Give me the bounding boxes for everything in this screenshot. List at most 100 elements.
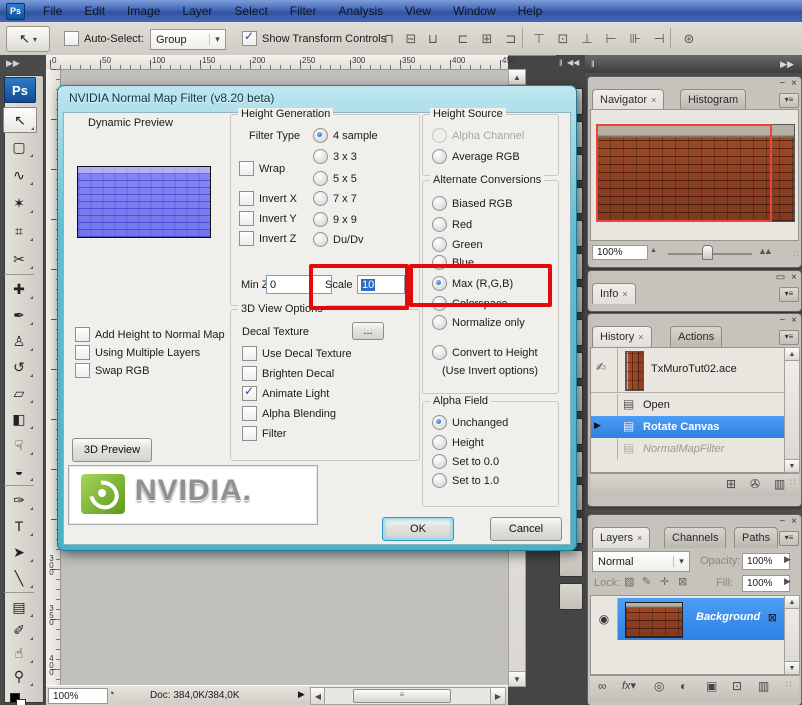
ok-button[interactable]: OK — [382, 517, 454, 541]
tab-actions[interactable]: Actions — [670, 326, 722, 347]
scroll-down-icon[interactable]: ▼ — [784, 459, 800, 473]
radio-red[interactable]: Red — [432, 217, 472, 232]
align-left-edges-icon[interactable]: ⊏ — [452, 29, 474, 49]
lock-all-icon[interactable]: ⊠ — [678, 575, 687, 588]
align-vertical-centers-icon[interactable]: ⊟ — [400, 29, 422, 49]
new-layer-icon[interactable]: ⊡ — [732, 679, 742, 693]
tool-hand[interactable]: ☝ — [3, 641, 35, 665]
fill-field[interactable]: 100% — [742, 575, 790, 592]
radio-filter-dudv[interactable]: Du/Dv — [313, 232, 364, 247]
resize-grip-icon[interactable]: ∷ — [786, 679, 792, 690]
checkbox-alpha-blending[interactable]: Alpha Blending — [242, 406, 336, 421]
auto-select-checkbox[interactable]: Auto-Select: — [64, 31, 144, 46]
radio-set-to-1[interactable]: Set to 1.0 — [432, 473, 499, 488]
tool-move[interactable]: ↖ — [3, 107, 37, 133]
navigator-view-box[interactable] — [596, 124, 772, 222]
distribute-left-edges-icon[interactable]: ⊢ — [600, 29, 622, 49]
dock-panel-button[interactable] — [559, 550, 583, 577]
menu-image[interactable]: Image — [116, 4, 171, 18]
dock-panel-button[interactable] — [559, 583, 583, 610]
new-document-from-state-icon[interactable]: ⊞ — [726, 477, 736, 491]
close-tab-icon[interactable]: × — [637, 533, 642, 543]
panel-menu-icon[interactable]: ▾≡ — [779, 330, 799, 345]
navigator-zoom-field[interactable]: 100% — [592, 245, 648, 260]
radio-filter-3x3[interactable]: 3 x 3 — [313, 149, 357, 164]
close-panel-icon[interactable]: × — [791, 516, 797, 527]
new-snapshot-icon[interactable]: ✇ — [750, 477, 760, 491]
checkbox-filter[interactable]: Filter — [242, 426, 286, 441]
scroll-up-icon[interactable]: ▲ — [784, 347, 800, 361]
tool-eraser[interactable]: ▱ — [3, 381, 35, 405]
minimize-panel-icon[interactable]: − — [779, 516, 785, 527]
tool-gradient[interactable]: ◧ — [3, 407, 35, 431]
radio-biased-rgb[interactable]: Biased RGB — [432, 196, 513, 211]
history-source-icon[interactable]: ✍ — [596, 360, 606, 374]
opacity-spinner-icon[interactable]: ▶ — [784, 554, 791, 565]
radio-filter-4-sample[interactable]: 4 sample — [313, 128, 378, 143]
radio-filter-5x5[interactable]: 5 x 5 — [313, 171, 357, 186]
distribute-top-edges-icon[interactable]: ⊤ — [528, 29, 550, 49]
checkbox-wrap[interactable]: Wrap — [239, 161, 285, 176]
radio-filter-9x9[interactable]: 9 x 9 — [313, 212, 357, 227]
radio-green[interactable]: Green — [432, 237, 483, 252]
checkbox-brighten-decal[interactable]: Brighten Decal — [242, 366, 334, 381]
tool-clone-stamp[interactable]: ♙ — [3, 329, 35, 353]
tab-layers[interactable]: Layers × — [592, 527, 650, 548]
scroll-right-icon[interactable]: ▶ — [490, 687, 506, 705]
panel-menu-icon[interactable]: ▾≡ — [779, 287, 799, 302]
tool-smudge[interactable]: ☟ — [3, 433, 35, 457]
lock-transparency-icon[interactable]: ▨ — [624, 575, 634, 588]
collapse-dock-icon[interactable]: ◀◀ — [567, 58, 579, 67]
layer-style-icon[interactable]: fx▾ — [622, 679, 636, 692]
history-state-rotate-canvas[interactable]: ▶ ▤ Rotate Canvas — [591, 416, 785, 438]
panel-menu-icon[interactable]: ▾≡ — [779, 531, 799, 546]
distribute-bottom-edges-icon[interactable]: ⊥ — [576, 29, 598, 49]
eye-icon[interactable]: ◉ — [599, 612, 609, 626]
menu-help[interactable]: Help — [507, 4, 554, 18]
history-state-normal-map-filter[interactable]: ▤ NormalMapFilter — [591, 438, 785, 460]
align-bottom-edges-icon[interactable]: ⊔ — [422, 29, 444, 49]
menu-layer[interactable]: Layer — [171, 4, 223, 18]
checkbox-animate-light[interactable]: Animate Light — [242, 386, 329, 401]
zoom-out-icon[interactable]: ▲ — [650, 247, 657, 254]
preview-3d-button[interactable]: 3D Preview — [72, 438, 152, 462]
delete-state-icon[interactable]: ▥ — [774, 477, 785, 491]
scroll-up-icon[interactable]: ▲ — [508, 69, 526, 85]
status-play-icon[interactable]: ▶ — [298, 689, 305, 700]
zoom-level-field[interactable]: 100% — [48, 688, 108, 704]
distribute-vertical-centers-icon[interactable]: ⊡ — [552, 29, 574, 49]
tool-eyedropper[interactable]: ✐ — [3, 618, 35, 642]
maximize-panel-icon[interactable]: ▭ — [776, 272, 785, 283]
tool-rectangular-marquee[interactable]: ▢ — [3, 135, 35, 159]
adjustment-layer-icon[interactable]: ◐ — [680, 679, 687, 693]
history-state-open[interactable]: ▤ Open — [591, 394, 785, 416]
align-right-edges-icon[interactable]: ⊐ — [500, 29, 522, 49]
scroll-down-icon[interactable]: ▼ — [508, 671, 526, 687]
radio-set-to-0[interactable]: Set to 0.0 — [432, 454, 499, 469]
tool-path-selection[interactable]: ➤ — [3, 540, 35, 564]
close-tab-icon[interactable]: × — [622, 289, 627, 299]
radio-height[interactable]: Height — [432, 435, 484, 450]
menu-view[interactable]: View — [394, 4, 442, 18]
tab-navigator[interactable]: Navigator × — [592, 89, 664, 110]
checkbox-invert-y[interactable]: Invert Y — [239, 211, 297, 226]
tool-history-brush[interactable]: ↺ — [3, 355, 35, 379]
scrollbar-thumb[interactable]: ≡ — [353, 689, 451, 703]
add-layer-mask-icon[interactable]: ◎ — [654, 679, 664, 693]
close-panel-icon[interactable]: × — [791, 315, 797, 326]
history-snapshot-row[interactable]: ✍ TxMuroTut02.ace — [591, 348, 785, 393]
scroll-up-icon[interactable]: ▲ — [784, 595, 800, 609]
delete-layer-icon[interactable]: ▥ — [758, 679, 769, 693]
checkbox-add-height-to-normal-map[interactable]: Add Height to Normal Map — [75, 327, 225, 342]
fill-spinner-icon[interactable]: ▶ — [784, 576, 791, 587]
distribute-right-edges-icon[interactable]: ⊣ — [648, 29, 670, 49]
panel-menu-icon[interactable]: ▾≡ — [779, 93, 799, 108]
tool-spot-healing-brush[interactable]: ✚ — [3, 277, 35, 301]
tool-pen[interactable]: ✑ — [3, 488, 35, 512]
close-tab-icon[interactable]: × — [638, 332, 643, 342]
menu-edit[interactable]: Edit — [73, 4, 116, 18]
distribute-horizontal-centers-icon[interactable]: ⊪ — [624, 29, 646, 49]
pie-status-icon[interactable]: ◔ — [108, 688, 115, 700]
tool-line[interactable]: ╲ — [3, 566, 35, 590]
lock-paint-icon[interactable]: ✎ — [642, 575, 651, 588]
